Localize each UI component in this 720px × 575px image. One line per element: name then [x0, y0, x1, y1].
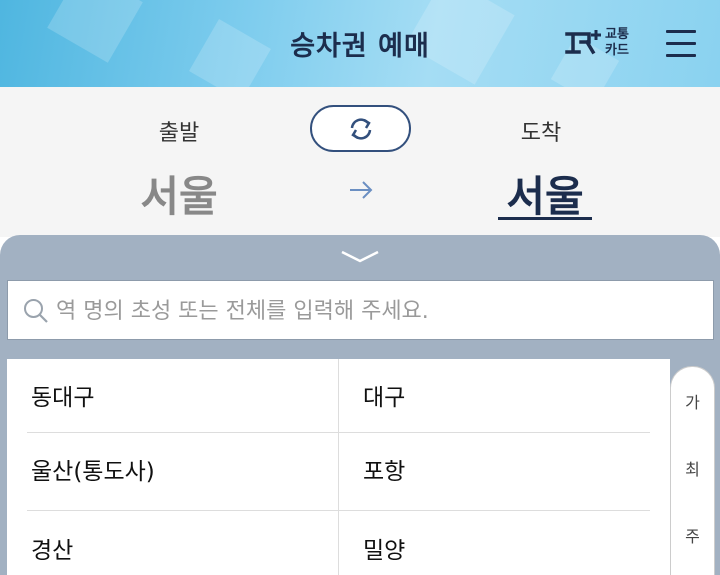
- station-item[interactable]: 동대구: [31, 359, 94, 437]
- station-item[interactable]: 포항: [363, 433, 405, 511]
- column-divider: [338, 359, 339, 575]
- arrow-right-icon: [350, 181, 373, 199]
- search-input[interactable]: [56, 291, 696, 331]
- station-item[interactable]: 대구: [363, 359, 405, 437]
- station-item[interactable]: 울산(통도사): [31, 433, 155, 511]
- station-item[interactable]: 경산: [31, 512, 73, 575]
- arrival-selected-underline: [498, 217, 592, 220]
- station-search-box[interactable]: [7, 280, 714, 340]
- arrival-label: 도착: [520, 121, 562, 146]
- arrival-station[interactable]: 서울: [465, 163, 625, 224]
- station-picker-sheet: 동대구 대구 울산(통도사) 포항 경산 밀양 가 최 주: [0, 235, 720, 575]
- departure-station[interactable]: 서울: [99, 163, 259, 224]
- index-letter[interactable]: 가: [671, 389, 714, 413]
- index-scroller[interactable]: 가 최 주: [670, 366, 715, 575]
- swap-icon: [350, 118, 372, 140]
- transit-card-logo[interactable]: 교통 카드: [565, 26, 641, 62]
- transit-card-logo-icon: [565, 30, 601, 55]
- menu-icon[interactable]: [666, 27, 696, 59]
- search-icon: [24, 299, 48, 323]
- header-bar: 승차권 예매 교통 카드: [0, 0, 720, 87]
- route-panel: 출발 도착 서울 서울: [0, 87, 720, 237]
- index-letter[interactable]: 주: [671, 523, 714, 547]
- departure-label: 출발: [158, 121, 200, 146]
- station-list: 동대구 대구 울산(통도사) 포항 경산 밀양: [7, 359, 670, 575]
- row-divider: [27, 510, 650, 511]
- index-letter[interactable]: 최: [671, 456, 714, 480]
- transit-card-logo-text: 교통 카드: [605, 27, 629, 58]
- chevron-down-icon[interactable]: [340, 249, 380, 265]
- station-item[interactable]: 밀양: [363, 512, 405, 575]
- swap-stations-button[interactable]: [310, 105, 411, 152]
